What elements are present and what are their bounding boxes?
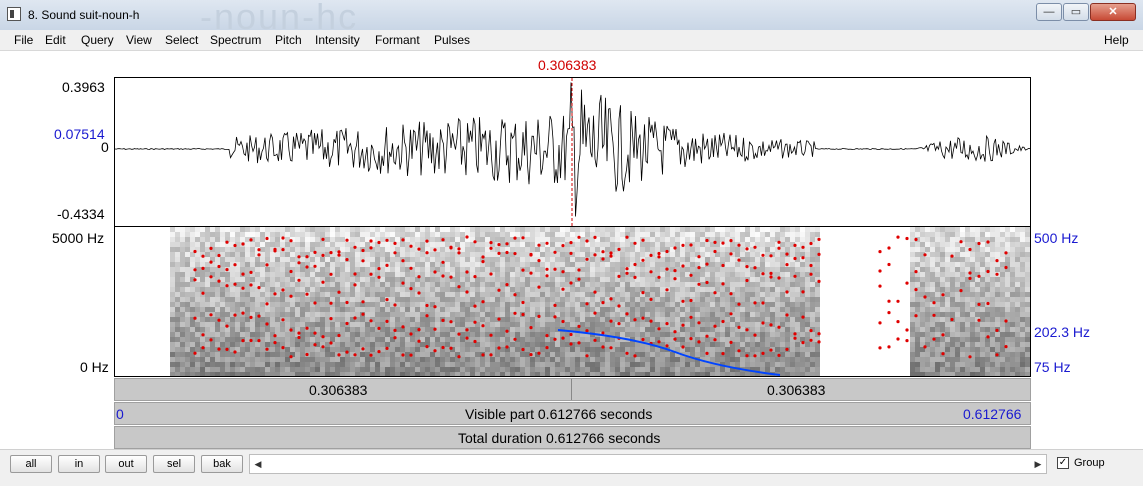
waveform-panel[interactable] (114, 77, 1031, 227)
window-title: 8. Sound suit-noun-h (28, 8, 139, 22)
spectrogram-panel[interactable] (114, 227, 1031, 377)
menu-bar: File Edit Query View Select Spectrum Pit… (0, 30, 1143, 51)
menu-view[interactable]: View (126, 33, 152, 47)
title-bar: 8. Sound suit-noun-h -noun-hc — ▭ ✕ (0, 0, 1143, 31)
selection-divider (571, 379, 572, 400)
pitch-top-label: 500 Hz (1034, 230, 1078, 246)
menu-query[interactable]: Query (81, 33, 114, 47)
waveform-min-label: -0.4334 (57, 206, 104, 222)
pitch-cursor-label: 202.3 Hz (1034, 324, 1090, 340)
total-duration-label[interactable]: Total duration 0.612766 seconds (458, 430, 660, 446)
close-button[interactable]: ✕ (1090, 3, 1136, 21)
menu-spectrum[interactable]: Spectrum (210, 33, 261, 47)
menu-select[interactable]: Select (165, 33, 198, 47)
menu-pitch[interactable]: Pitch (275, 33, 302, 47)
left-part-duration[interactable]: 0.306383 (309, 382, 367, 398)
menu-file[interactable]: File (14, 33, 33, 47)
waveform-cursor-amplitude: 0.07514 (54, 126, 105, 142)
total-duration-bar[interactable]: Total duration 0.612766 seconds (114, 426, 1031, 449)
visible-part-label[interactable]: Visible part 0.612766 seconds (465, 406, 652, 422)
spectrogram-bottom-frequency: 0 Hz (80, 359, 109, 375)
minimize-button[interactable]: — (1036, 3, 1062, 21)
waveform-plot (115, 78, 1030, 226)
menu-intensity[interactable]: Intensity (315, 33, 360, 47)
spectrogram-top-frequency: 5000 Hz (52, 230, 104, 246)
zoom-all-button[interactable]: all (10, 455, 52, 473)
visible-end-time: 0.612766 (963, 406, 1021, 422)
waveform-max-label: 0.3963 (62, 79, 105, 95)
selection-time-bar[interactable]: 0.306383 0.306383 (114, 378, 1031, 401)
group-checkbox-label: Group (1074, 457, 1105, 469)
visible-start-time: 0 (116, 406, 124, 422)
horizontal-scrollbar[interactable]: ◀ ▶ (249, 454, 1047, 474)
zoom-back-button[interactable]: bak (201, 455, 243, 473)
menu-formant[interactable]: Formant (375, 33, 420, 47)
group-checkbox[interactable]: ✓ (1057, 457, 1069, 469)
scroll-left-icon[interactable]: ◀ (251, 456, 265, 472)
menu-pulses[interactable]: Pulses (434, 33, 470, 47)
right-part-duration[interactable]: 0.306383 (767, 382, 825, 398)
pitch-bottom-label: 75 Hz (1034, 359, 1071, 375)
menu-edit[interactable]: Edit (45, 33, 66, 47)
visible-part-bar[interactable]: 0 Visible part 0.612766 seconds 0.612766 (114, 402, 1031, 425)
scroll-right-icon[interactable]: ▶ (1031, 456, 1045, 472)
waveform-zero-label: 0 (101, 139, 109, 155)
zoom-out-button[interactable]: out (105, 455, 147, 473)
zoom-selection-button[interactable]: sel (153, 455, 195, 473)
window-icon[interactable] (7, 7, 21, 21)
menu-help[interactable]: Help (1104, 33, 1129, 47)
spectrogram-plot (115, 227, 1030, 376)
cursor-time-label: 0.306383 (538, 57, 596, 73)
zoom-in-button[interactable]: in (58, 455, 100, 473)
maximize-button[interactable]: ▭ (1063, 3, 1089, 21)
